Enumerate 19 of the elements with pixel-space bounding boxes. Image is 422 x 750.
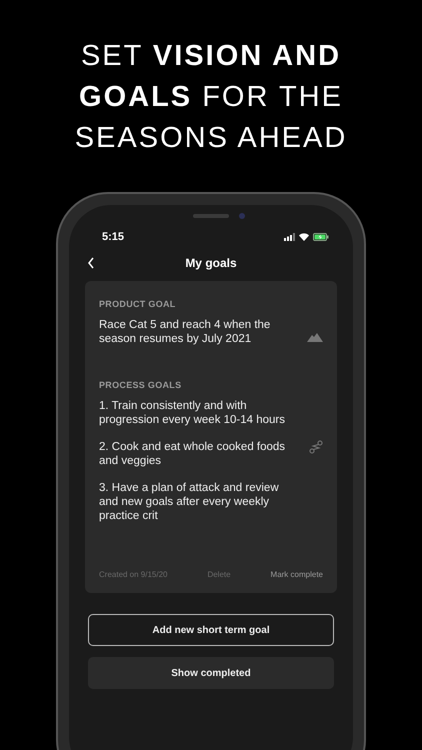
section-label: PRODUCT GOAL bbox=[99, 299, 177, 309]
add-goal-button[interactable]: Add new short term goal bbox=[88, 614, 334, 646]
goal-text: Race Cat 5 and reach 4 when the season resumes by July 2021 bbox=[99, 318, 272, 346]
section-label: PROCESS GOALS bbox=[99, 380, 182, 390]
battery-icon bbox=[313, 233, 329, 241]
show-completed-button[interactable]: Show completed bbox=[88, 657, 334, 689]
back-icon[interactable] bbox=[87, 257, 95, 269]
goal-text: 3. Have a plan of attack and review and new goals after every weekly practice crit bbox=[99, 481, 280, 523]
route-icon bbox=[309, 440, 323, 454]
screen-title: My goals bbox=[185, 256, 237, 270]
wifi-icon bbox=[299, 233, 309, 241]
mark-complete-link[interactable]: Mark complete bbox=[270, 570, 323, 579]
signal-icon bbox=[284, 233, 295, 241]
status-time: 5:15 bbox=[102, 231, 124, 243]
mountain-icon bbox=[307, 333, 323, 342]
headline: SET VISION AND GOALS FOR THE SEASONS AHEAD bbox=[74, 39, 348, 156]
goal-text: 1. Train consistently and with progression every week 10-14 hours bbox=[99, 399, 286, 427]
goal-text: 2. Cook and eat whole cooked foods and veggies bbox=[99, 440, 286, 468]
created-date: Created on 9/15/20 bbox=[99, 570, 168, 579]
